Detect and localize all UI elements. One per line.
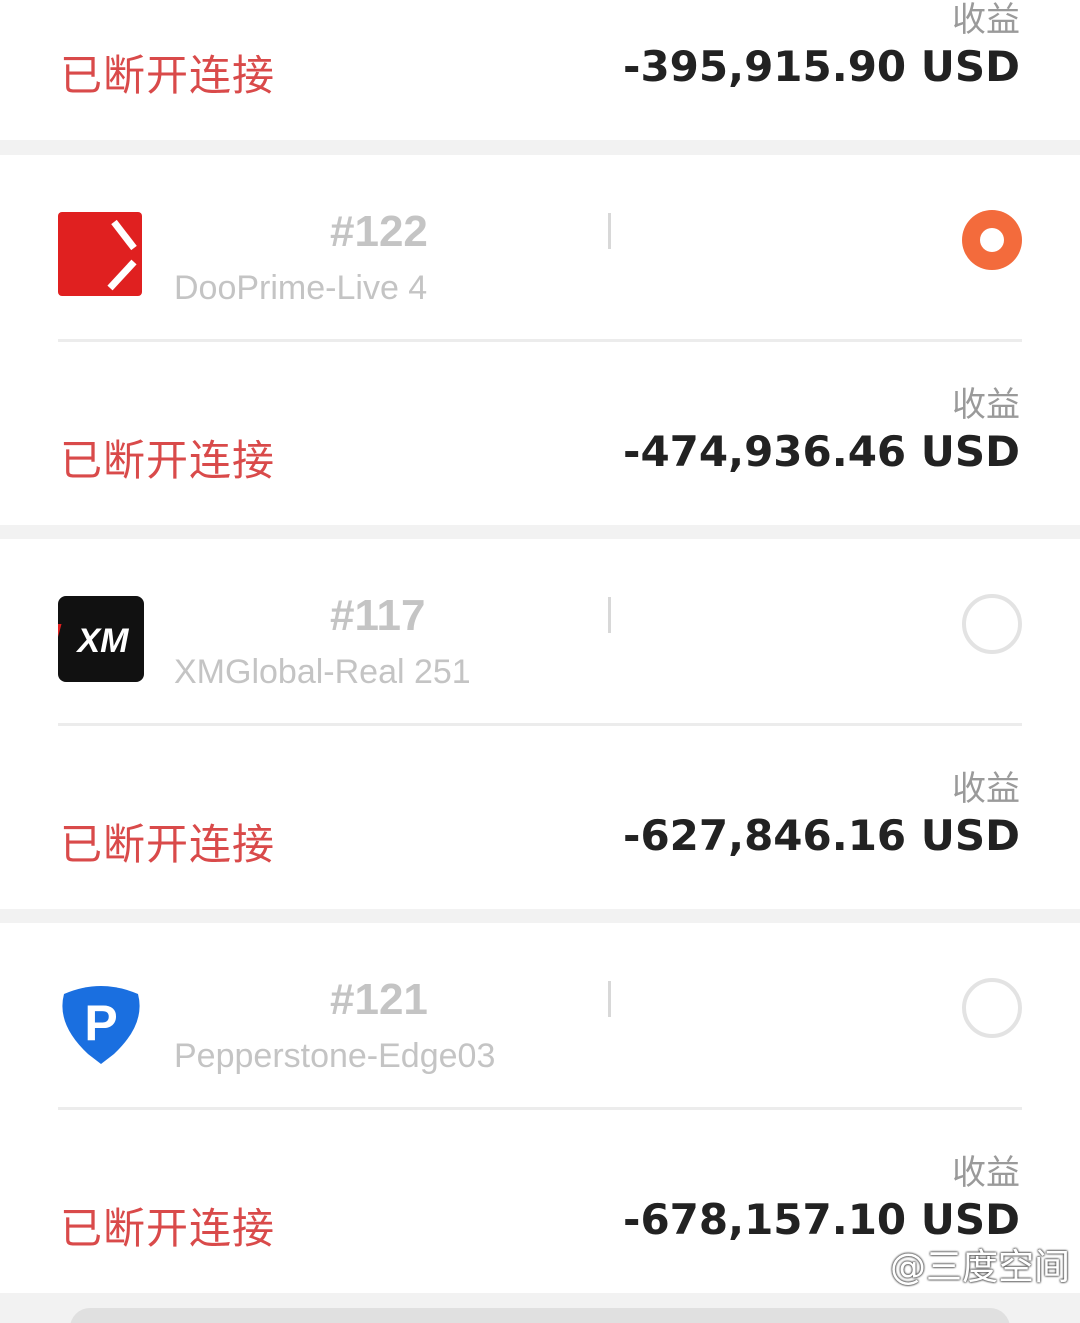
profit-value: -474,936.46 USD	[623, 427, 1020, 476]
profit-label: 收益	[952, 1153, 1020, 1193]
account-select-radio[interactable]	[962, 210, 1022, 270]
account-number: #121	[330, 975, 428, 1024]
dooprime-logo	[58, 212, 144, 298]
server-name: DooPrime-Live 4	[174, 269, 428, 307]
separator	[608, 981, 611, 1017]
account-list-screen: 收益 已断开连接 -395,915.90 USD #122 DooPrime-L…	[0, 0, 1080, 1323]
account-select-radio[interactable]	[962, 978, 1022, 1038]
pepperstone-logo: P	[58, 980, 144, 1066]
connection-status: 已断开连接	[60, 820, 276, 869]
profit-label: 收益	[952, 769, 1020, 809]
connection-status: 已断开连接	[60, 51, 276, 100]
watermark-text: @三度空间	[889, 1247, 1070, 1288]
account-card-122[interactable]: #122 DooPrime-Live 4 收益 已断开连接 -474,936.4…	[0, 155, 1080, 525]
server-name: Pepperstone-Edge03	[174, 1037, 496, 1075]
profit-label: 收益	[952, 385, 1020, 425]
xm-logo-text: XM	[76, 622, 130, 660]
bottom-action-bar[interactable]	[70, 1308, 1010, 1323]
server-name: XMGlobal-Real 251	[174, 653, 471, 691]
account-select-radio[interactable]	[962, 594, 1022, 654]
account-number: #122	[330, 207, 428, 256]
profit-value: -678,157.10 USD	[623, 1195, 1020, 1244]
account-card-partial[interactable]: 收益 已断开连接 -395,915.90 USD	[0, 0, 1080, 140]
zhihu-logo-icon	[846, 1240, 886, 1289]
profit-value: -395,915.90 USD	[623, 42, 1020, 91]
profit-label: 收益	[952, 0, 1020, 40]
xm-logo: XM	[48, 596, 144, 682]
divider	[58, 339, 1022, 342]
connection-status: 已断开连接	[60, 436, 276, 485]
divider	[58, 1107, 1022, 1110]
profit-value: -627,846.16 USD	[623, 811, 1020, 860]
pepperstone-logo-text: P	[84, 995, 117, 1051]
divider	[58, 723, 1022, 726]
connection-status: 已断开连接	[60, 1204, 276, 1253]
watermark: @三度空间	[846, 1240, 1070, 1288]
account-card-117[interactable]: XM #117 XMGlobal-Real 251 收益 已断开连接 -627,…	[0, 539, 1080, 909]
separator	[608, 213, 611, 249]
account-number: #117	[330, 591, 426, 640]
separator	[608, 597, 611, 633]
